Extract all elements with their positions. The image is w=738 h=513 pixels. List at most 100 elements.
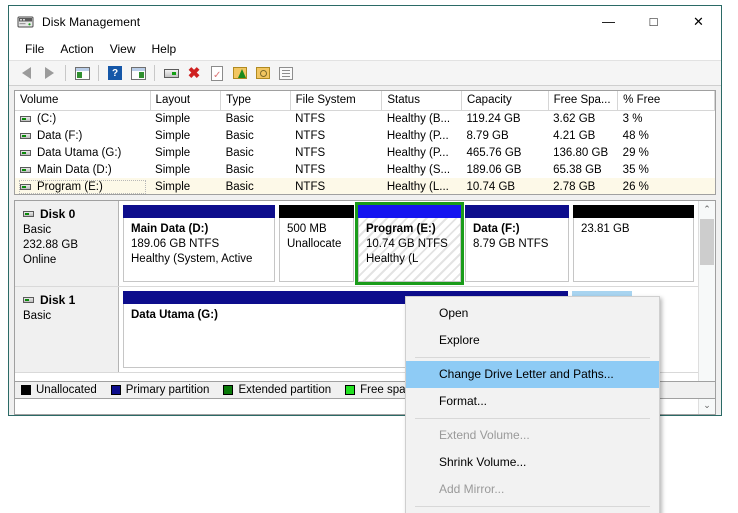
drive-icon — [20, 132, 31, 139]
cell-status: Healthy (P... — [386, 129, 449, 142]
disk-header[interactable]: Disk 1 Basic — [15, 287, 119, 372]
legend-swatch — [223, 385, 234, 395]
close-button[interactable]: ✕ — [676, 6, 721, 37]
cell-free-space: 2.78 GB — [548, 178, 618, 194]
cell-volume: Program (E:) — [15, 178, 151, 194]
context-menu-item[interactable]: Shrink Volume... — [406, 449, 659, 476]
cell-free-space: 4.21 GB — [553, 129, 596, 142]
window-controls: — □ ✕ — [586, 6, 721, 37]
legend-entry: Extended partition — [223, 384, 331, 396]
column-header-status[interactable]: Status — [381, 91, 462, 111]
partition-status: Unallocate — [287, 238, 342, 250]
column-header-free-space[interactable]: Free Spa... — [548, 91, 619, 111]
disk-icon — [23, 297, 34, 303]
show-hide-action-pane-icon[interactable] — [127, 62, 149, 84]
legend-label: Extended partition — [238, 384, 332, 396]
context-menu-item[interactable]: Open — [406, 300, 659, 327]
column-header-capacity[interactable]: Capacity — [461, 91, 549, 111]
extend-volume-icon[interactable] — [229, 62, 251, 84]
help-icon[interactable]: ? — [104, 62, 126, 84]
column-header-file-system[interactable]: File System — [290, 91, 383, 111]
disk-icon — [23, 211, 34, 217]
cell-capacity: 465.76 GB — [466, 146, 522, 159]
drive-icon — [20, 166, 31, 173]
partition-color-bar — [358, 205, 461, 218]
legend-swatch — [110, 385, 121, 395]
cell-capacity: 119.24 GB — [466, 112, 521, 125]
table-row[interactable]: Data Utama (G:) Simple Basic NTFS Healthy (P… — [15, 144, 715, 161]
minimize-button[interactable]: — — [586, 6, 631, 37]
delete-icon[interactable]: ✖ — [183, 62, 205, 84]
scrollbar-thumb[interactable] — [700, 219, 714, 265]
legend-swatch — [345, 385, 356, 395]
partition-color-bar — [465, 205, 569, 218]
column-header-layout[interactable]: Layout — [150, 91, 222, 111]
menu-view[interactable]: View — [102, 40, 144, 58]
disk-management-icon — [17, 14, 35, 30]
search-icon[interactable] — [252, 62, 274, 84]
partition-size: 500 MB — [287, 223, 327, 235]
cell-status: Healthy (B... — [386, 112, 451, 125]
volume-name-cell: Program (E:) — [18, 179, 147, 194]
disk-header[interactable]: Disk 0 Basic 232.88 GB Online — [15, 201, 119, 286]
table-row[interactable]: Program (E:) Simple Basic NTFS Healthy (L...… — [15, 178, 715, 194]
maximize-button[interactable]: □ — [631, 6, 676, 37]
partition-block[interactable]: Data (F:) 8.79 GB NTFS — [465, 205, 569, 282]
disk-size: 232.88 GB — [23, 239, 78, 251]
volume-table-body: (C:) Simple Basic NTFS Healthy (B... 119.24 G… — [15, 110, 715, 194]
forward-arrow-icon[interactable] — [38, 62, 60, 84]
cell-file-system: NTFS — [295, 146, 326, 159]
cell-layout: Simple — [150, 178, 221, 194]
table-row[interactable]: (C:) Simple Basic NTFS Healthy (B... 119.24 G… — [15, 110, 715, 127]
legend-label: Primary partition — [125, 384, 210, 396]
partition-block[interactable]: Main Data (D:) 189.06 GB NTFS Healthy (Sys… — [123, 205, 275, 282]
context-menu-item[interactable]: Explore — [406, 327, 659, 354]
context-menu-item: Extend Volume... — [439, 428, 530, 442]
table-header-row: Volume Layout Type File System Status Ca… — [15, 91, 715, 111]
partition-name: Program (E:) — [366, 223, 436, 235]
drive-icon — [20, 149, 31, 156]
scroll-down-arrow-icon[interactable]: ⌄ — [699, 397, 715, 414]
partition-size: 23.81 GB — [581, 223, 630, 235]
cell-percent-free: 48 % — [622, 129, 649, 142]
menu-file[interactable]: File — [17, 40, 52, 58]
context-menu-item: Add Mirror... — [439, 482, 505, 496]
volume-list[interactable]: Volume Layout Type File System Status Ca… — [14, 90, 716, 195]
window-title: Disk Management — [42, 14, 141, 29]
disk-icon[interactable] — [160, 62, 182, 84]
partition-block[interactable]: Program (E:) 10.74 GB NTFS Healthy (L — [355, 202, 464, 285]
partition-size: 189.06 GB NTFS — [131, 238, 220, 250]
back-arrow-icon[interactable] — [15, 62, 37, 84]
cell-file-system: NTFS — [295, 112, 326, 125]
context-menu-item[interactable]: Format... — [406, 388, 659, 415]
context-menu-item[interactable]: Change Drive Letter and Paths... — [406, 361, 659, 388]
volume-label: (C:) — [37, 112, 57, 125]
menu-action[interactable]: Action — [52, 40, 101, 58]
partition-info: Data (F:) 8.79 GB NTFS — [465, 218, 569, 282]
scroll-up-arrow-icon[interactable]: ⌃ — [699, 201, 715, 218]
properties-icon[interactable] — [275, 62, 297, 84]
cell-percent-free: 35 % — [622, 163, 649, 176]
column-header-volume[interactable]: Volume — [15, 91, 151, 111]
show-hide-console-tree-icon[interactable] — [71, 62, 93, 84]
volume-label: Program (E:) — [37, 180, 103, 193]
drive-icon — [20, 183, 31, 190]
disk-state: Online — [23, 254, 57, 266]
cell-free-space: 136.80 GB — [553, 146, 609, 159]
partition-size: 10.74 GB NTFS — [366, 238, 448, 250]
partition-info: Main Data (D:) 189.06 GB NTFS Healthy (Sys… — [123, 218, 275, 282]
cell-type: Basic — [225, 129, 254, 142]
column-header-percent-free[interactable]: % Free — [617, 91, 715, 111]
volume-label: Main Data (D:) — [37, 163, 112, 176]
menu-help[interactable]: Help — [144, 40, 185, 58]
table-row[interactable]: Data (F:) Simple Basic NTFS Healthy (P... 8.7… — [15, 127, 715, 144]
table-row[interactable]: Main Data (D:) Simple Basic NTFS Healthy (S.… — [15, 161, 715, 178]
column-header-type[interactable]: Type — [220, 91, 291, 111]
cell-free-space: 3.62 GB — [553, 112, 596, 125]
cell-type: Basic — [225, 163, 254, 176]
partition-block[interactable]: 500 MB Unallocate — [279, 205, 354, 282]
partition-info: Program (E:) 10.74 GB NTFS Healthy (L — [358, 218, 461, 282]
partition-block[interactable]: 23.81 GB — [573, 205, 694, 282]
checklist-icon[interactable] — [206, 62, 228, 84]
cell-layout: Simple — [155, 146, 191, 159]
